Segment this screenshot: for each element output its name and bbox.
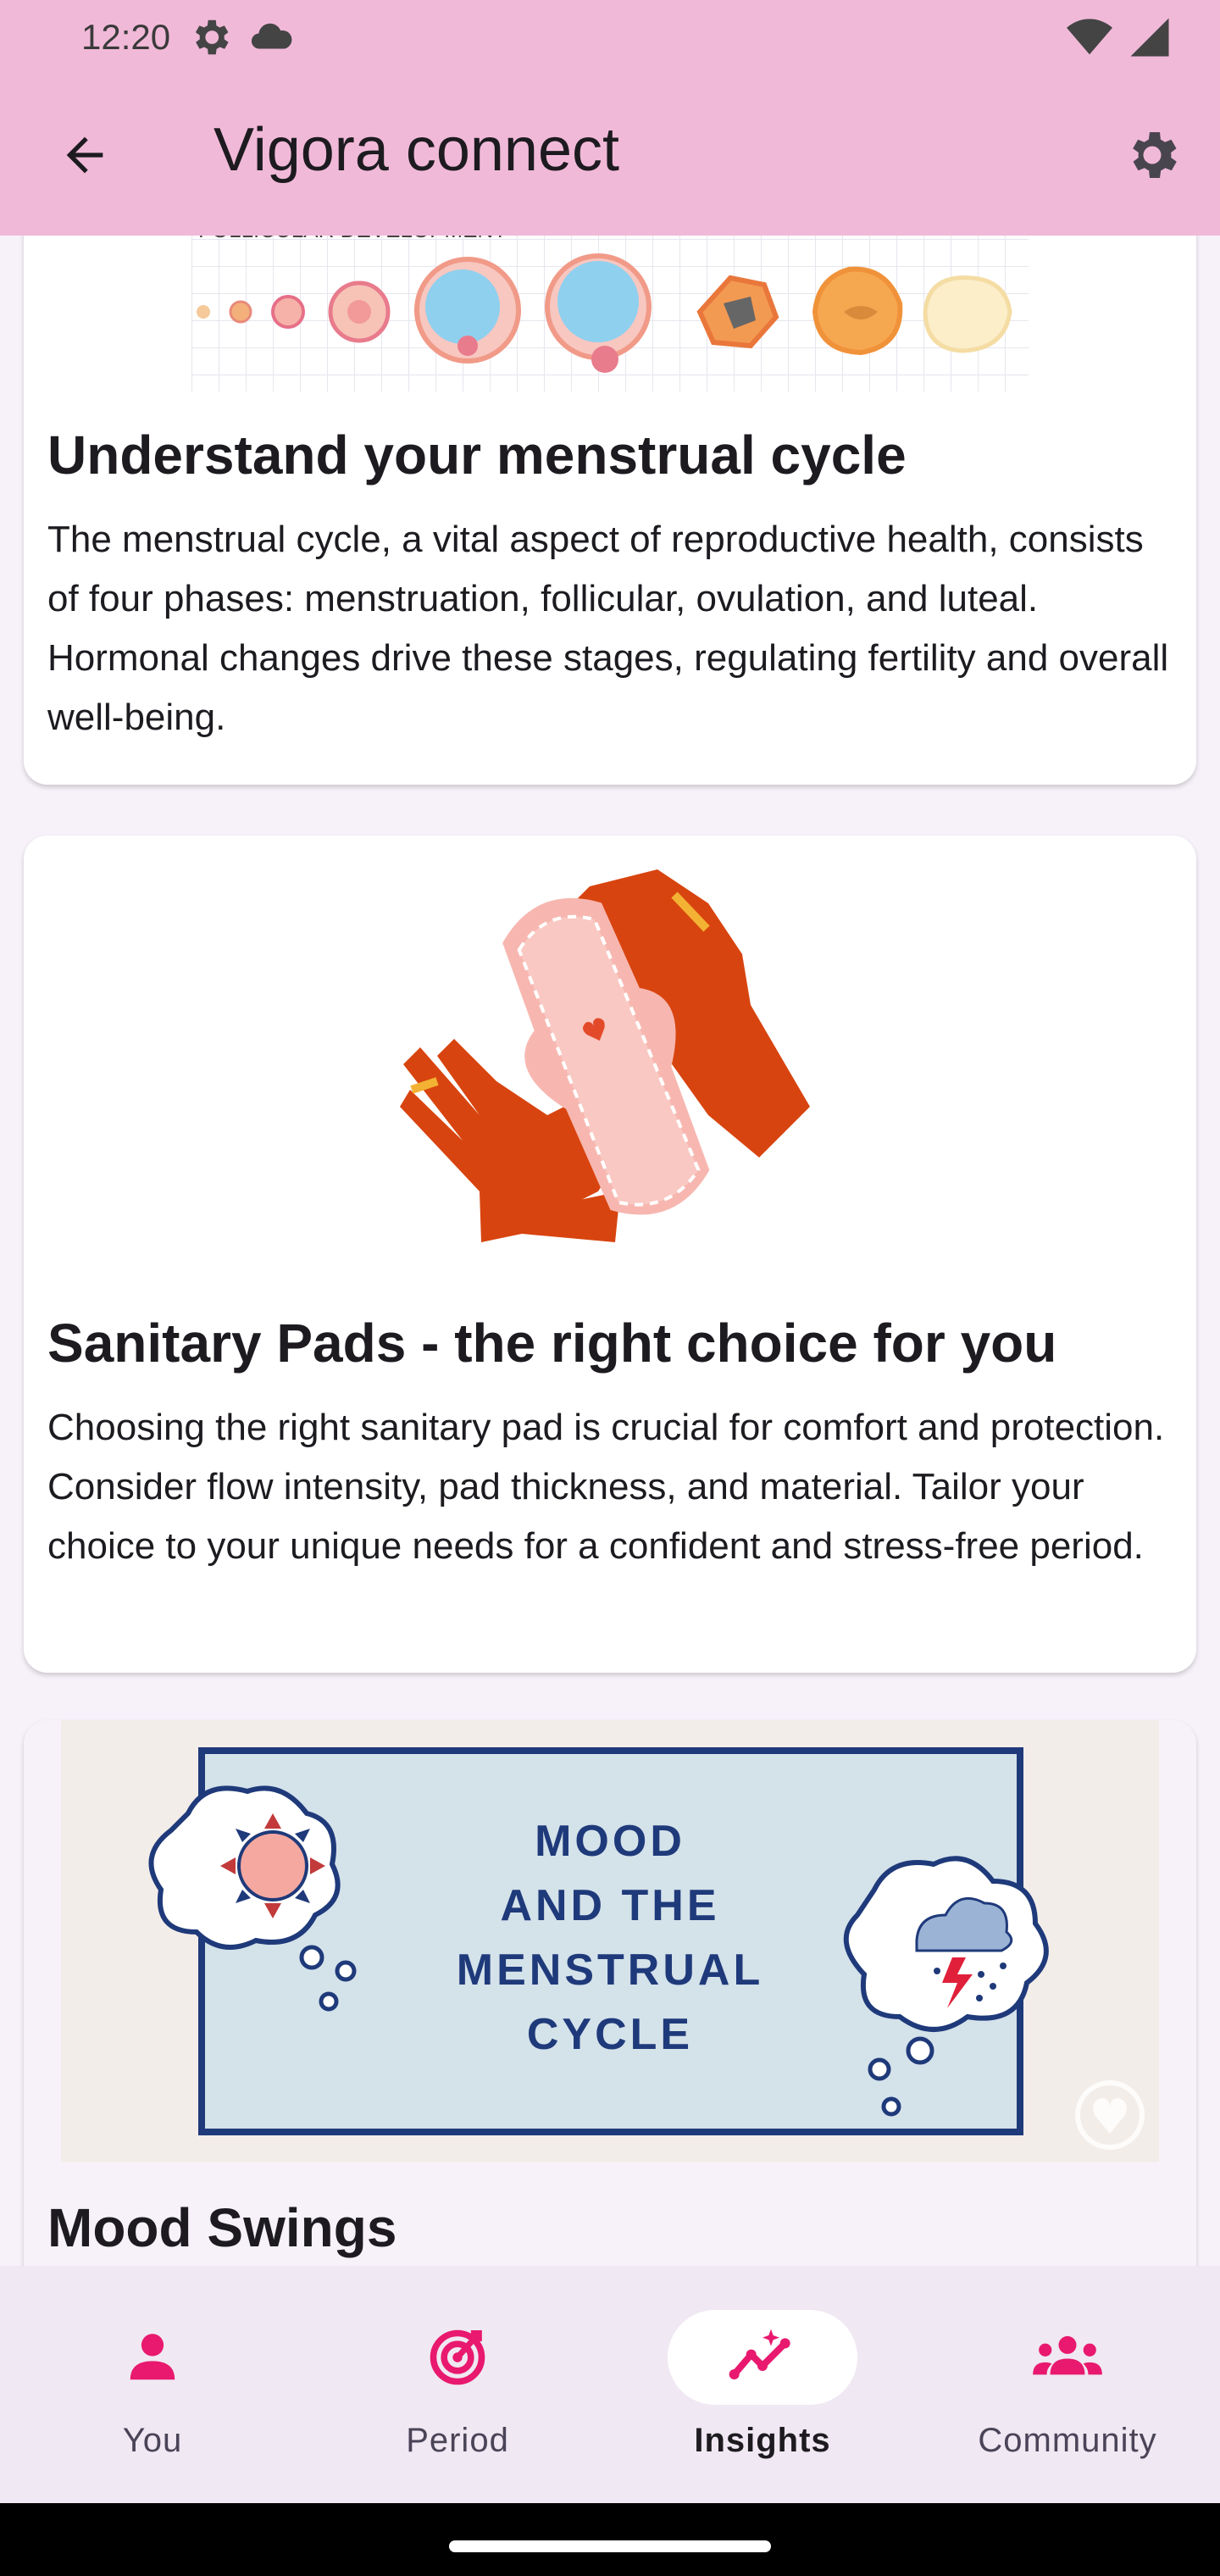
back-button[interactable] [42, 113, 127, 197]
nav-label: You [122, 2422, 183, 2459]
arrow-back-icon [66, 136, 103, 174]
target-icon [430, 2329, 485, 2385]
banner-line-1: MOOD [535, 1817, 685, 1866]
groups-icon [1033, 2335, 1102, 2375]
mood-menstrual-cycle-banner: MOOD AND THE MENSTRUAL CYCLE [61, 1720, 1159, 2162]
gear-icon [1133, 132, 1177, 178]
cloud-icon [252, 23, 292, 49]
cellular-signal-icon [1130, 18, 1169, 57]
insights-sparkle-icon [729, 2329, 790, 2379]
article-card-mood-swings[interactable]: MOOD AND THE MENSTRUAL CYCLE Mood Swings [24, 1720, 1196, 2266]
nav-community[interactable]: Community [915, 2266, 1220, 2503]
nav-you[interactable]: You [0, 2266, 305, 2503]
bottom-navigation: You Period Insights Community [0, 2266, 1220, 2503]
nav-label: Period [406, 2422, 509, 2459]
wifi-icon [1067, 19, 1112, 55]
settings-button[interactable] [1110, 113, 1195, 197]
article-title: Sanitary Pads - the right choice for you [47, 1313, 1057, 1374]
nav-insights[interactable]: Insights [610, 2266, 915, 2503]
banner-line-2: AND THE [500, 1881, 719, 1930]
nav-period[interactable]: Period [305, 2266, 610, 2503]
system-gesture-bar [0, 2503, 1220, 2576]
nav-label: Insights [694, 2422, 831, 2459]
home-gesture-handle[interactable] [449, 2540, 771, 2552]
nav-label: Community [978, 2422, 1157, 2459]
settings-gear-icon [196, 19, 229, 55]
article-card-menstrual-cycle[interactable]: FOLLICULAR DEVELOPMENT Understand your m… [24, 236, 1196, 785]
article-card-sanitary-pads[interactable]: Sanitary Pads - the right choice for you… [24, 836, 1196, 1673]
page-title: Vigora connect [214, 116, 620, 184]
image-caption: FOLLICULAR DEVELOPMENT [198, 236, 507, 242]
article-body: Choosing the right sanitary pad is cruci… [47, 1407, 1165, 1567]
follicular-development-image: FOLLICULAR DEVELOPMENT [191, 236, 1029, 391]
status-bar: 12:20 [0, 0, 1220, 75]
person-icon [130, 2334, 175, 2380]
insights-feed[interactable]: FOLLICULAR DEVELOPMENT Understand your m… [0, 236, 1220, 2266]
article-title: Understand your menstrual cycle [47, 425, 907, 486]
app-bar: Vigora connect [0, 75, 1220, 236]
banner-line-4: CYCLE [527, 2010, 693, 2059]
sanitary-pad-illustration [386, 836, 832, 1278]
article-body: The menstrual cycle, a vital aspect of r… [47, 519, 1169, 738]
article-title: Mood Swings [47, 2197, 397, 2258]
status-time: 12:20 [81, 17, 171, 57]
banner-line-3: MENSTRUAL [457, 1946, 763, 1995]
